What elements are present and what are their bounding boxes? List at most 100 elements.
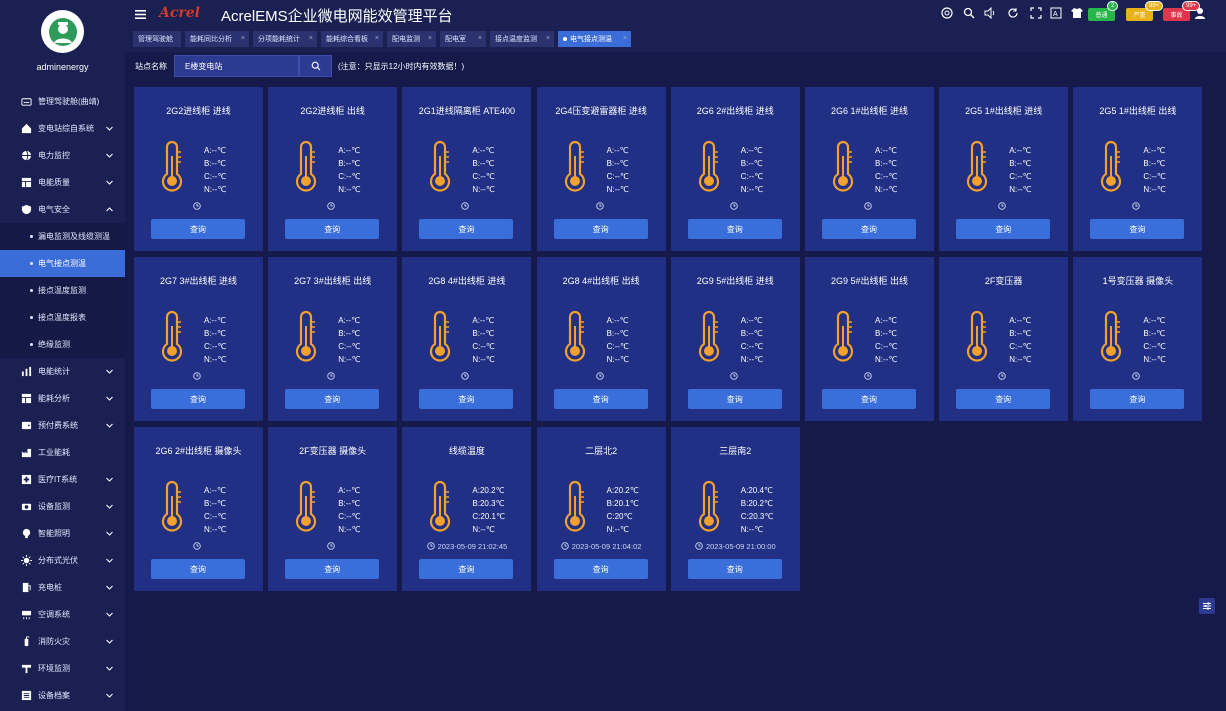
menu-item[interactable]: 电气安全 [0, 196, 125, 223]
close-icon[interactable]: × [428, 35, 432, 42]
close-icon[interactable]: × [375, 35, 379, 42]
menu-item-label: 电能质量 [38, 178, 70, 187]
query-button[interactable]: 查询 [285, 219, 380, 239]
sensor-card: 2G6 2#出线柜 进线 A:--℃ B:--℃ C:--℃ N:--℃ 查询 [670, 87, 800, 251]
menu-item[interactable]: 设备监测 [0, 493, 125, 520]
query-button[interactable]: 查询 [687, 559, 782, 579]
query-button[interactable]: 查询 [419, 219, 514, 239]
tab-7[interactable]: 电气接点测温 × [558, 31, 631, 47]
phase-a-temp: A:--℃ [740, 146, 763, 155]
close-icon[interactable]: × [623, 35, 627, 42]
phase-n-temp: N:--℃ [740, 355, 764, 364]
query-button[interactable]: 查询 [822, 219, 916, 239]
query-button[interactable]: 查询 [553, 559, 648, 579]
phase-b-temp: B:--℃ [875, 329, 897, 338]
clock-icon [426, 542, 435, 550]
tab-1[interactable]: 能耗同比分析 × [185, 31, 249, 47]
query-button[interactable]: 查询 [553, 389, 648, 409]
menu-item[interactable]: 能耗分析 [0, 385, 125, 412]
bullet-icon [30, 343, 33, 346]
volume-icon[interactable] [983, 6, 996, 19]
user-icon[interactable] [1193, 6, 1206, 19]
menu-item[interactable]: 接点温度监测 [0, 277, 125, 304]
site-name-input[interactable] [174, 55, 299, 77]
menu-item[interactable]: 预付费系统 [0, 412, 125, 439]
temperature-readings: A:--℃ B:--℃ C:--℃ N:--℃ [204, 484, 262, 536]
menu-item[interactable]: 接点温度报表 [0, 304, 125, 331]
temperature-readings: A:--℃ B:--℃ C:--℃ N:--℃ [741, 314, 799, 366]
tab-5[interactable]: 配电室 × [440, 31, 486, 47]
menu-item[interactable]: 电气接点测温 [0, 250, 125, 277]
query-button[interactable]: 查询 [1090, 389, 1185, 409]
query-button[interactable]: 查询 [956, 219, 1051, 239]
close-icon[interactable]: × [478, 35, 482, 42]
query-button[interactable]: 查询 [151, 219, 245, 239]
search-icon[interactable] [962, 6, 975, 19]
shirt-icon[interactable] [1070, 6, 1083, 19]
tab-2[interactable]: 分项能耗统计 × [253, 31, 317, 47]
phase-b-temp: B:--℃ [204, 329, 226, 338]
query-button[interactable]: 查询 [822, 389, 916, 409]
phase-n-temp: N:--℃ [472, 355, 495, 364]
phase-c-temp: C:--℃ [1009, 342, 1032, 351]
thermometer-icon [693, 480, 725, 532]
phase-a-temp: A:20.2℃ [472, 486, 505, 495]
tab-6[interactable]: 接点温度监测 × [490, 31, 554, 47]
menu-item[interactable]: 医疗IT系统 [0, 466, 125, 493]
query-button[interactable]: 查询 [687, 219, 782, 239]
menu-item[interactable]: 管理驾驶舱(曲靖) [0, 88, 125, 115]
menu-item[interactable]: 电能统计 [0, 358, 125, 385]
menu-item[interactable]: 电力监控 [0, 142, 125, 169]
query-button[interactable]: 查询 [151, 389, 245, 409]
avatar[interactable] [41, 10, 84, 53]
query-button[interactable]: 查询 [1090, 219, 1185, 239]
sensor-card: 2G8 4#出线柜 出线 A:--℃ B:--℃ C:--℃ N:--℃ 查询 [536, 257, 666, 421]
tab-0[interactable]: 管理驾驶舱 [133, 31, 181, 47]
tab-3[interactable]: 能耗综合看板 × [321, 31, 383, 47]
phase-c-temp: C:20℃ [606, 512, 633, 521]
query-button[interactable]: 查询 [151, 559, 245, 579]
sensor-card: 2G7 3#出线柜 进线 A:--℃ B:--℃ C:--℃ N:--℃ 查询 [134, 257, 263, 421]
thermometer-icon [961, 140, 993, 192]
menu-item[interactable]: 充电桩 [0, 574, 125, 601]
menu-item[interactable]: 电能质量 [0, 169, 125, 196]
menu-item[interactable]: 智能照明 [0, 520, 125, 547]
phase-b-temp: B:--℃ [338, 499, 361, 508]
query-button[interactable]: 查询 [285, 559, 380, 579]
search-button[interactable] [299, 55, 332, 77]
menu-item[interactable]: 环境监测 [0, 655, 125, 682]
bullet-icon [30, 289, 33, 292]
translate-icon[interactable]: A [1049, 6, 1062, 19]
menu-item[interactable]: 设备档案 [0, 682, 125, 709]
menu-item[interactable]: 工业能耗 [0, 439, 125, 466]
sensor-card: 二层北2 A:20.2℃ B:20.1℃ C:20℃ N:--℃ 2023-05-09 2… [536, 427, 666, 591]
menu-toggle-icon[interactable] [135, 7, 146, 19]
query-button[interactable]: 查询 [285, 389, 380, 409]
menu-item[interactable]: 漏电监测及线缆测温 [0, 223, 125, 250]
menu-item[interactable]: 变电站综自系统 [0, 115, 125, 142]
query-button[interactable]: 查询 [419, 559, 514, 579]
clock-icon [998, 372, 1006, 380]
close-icon[interactable]: × [309, 35, 313, 42]
menu-item[interactable]: 消防火灾 [0, 628, 125, 655]
clock-icon [1132, 202, 1141, 210]
settings-icon[interactable] [1199, 598, 1215, 614]
update-time [134, 542, 263, 551]
menu-item[interactable]: 空调系统 [0, 601, 125, 628]
close-icon[interactable]: × [241, 35, 245, 42]
tab-4[interactable]: 配电监测 × [387, 31, 436, 47]
query-button[interactable]: 查询 [419, 389, 514, 409]
close-icon[interactable]: × [546, 35, 550, 42]
query-button[interactable]: 查询 [956, 389, 1051, 409]
update-time [1073, 202, 1202, 211]
chevron-down-icon [105, 583, 113, 591]
refresh-icon[interactable] [1006, 6, 1019, 19]
fullscreen-icon[interactable] [1029, 6, 1042, 19]
phase-c-temp: C:--℃ [875, 172, 898, 181]
menu-item-label: 工业能耗 [38, 448, 70, 457]
menu-item[interactable]: 分布式光伏 [0, 547, 125, 574]
query-button[interactable]: 查询 [553, 219, 648, 239]
monitor-icon[interactable] [940, 6, 953, 19]
menu-item[interactable]: 绝缘监测 [0, 331, 125, 358]
query-button[interactable]: 查询 [687, 389, 782, 409]
